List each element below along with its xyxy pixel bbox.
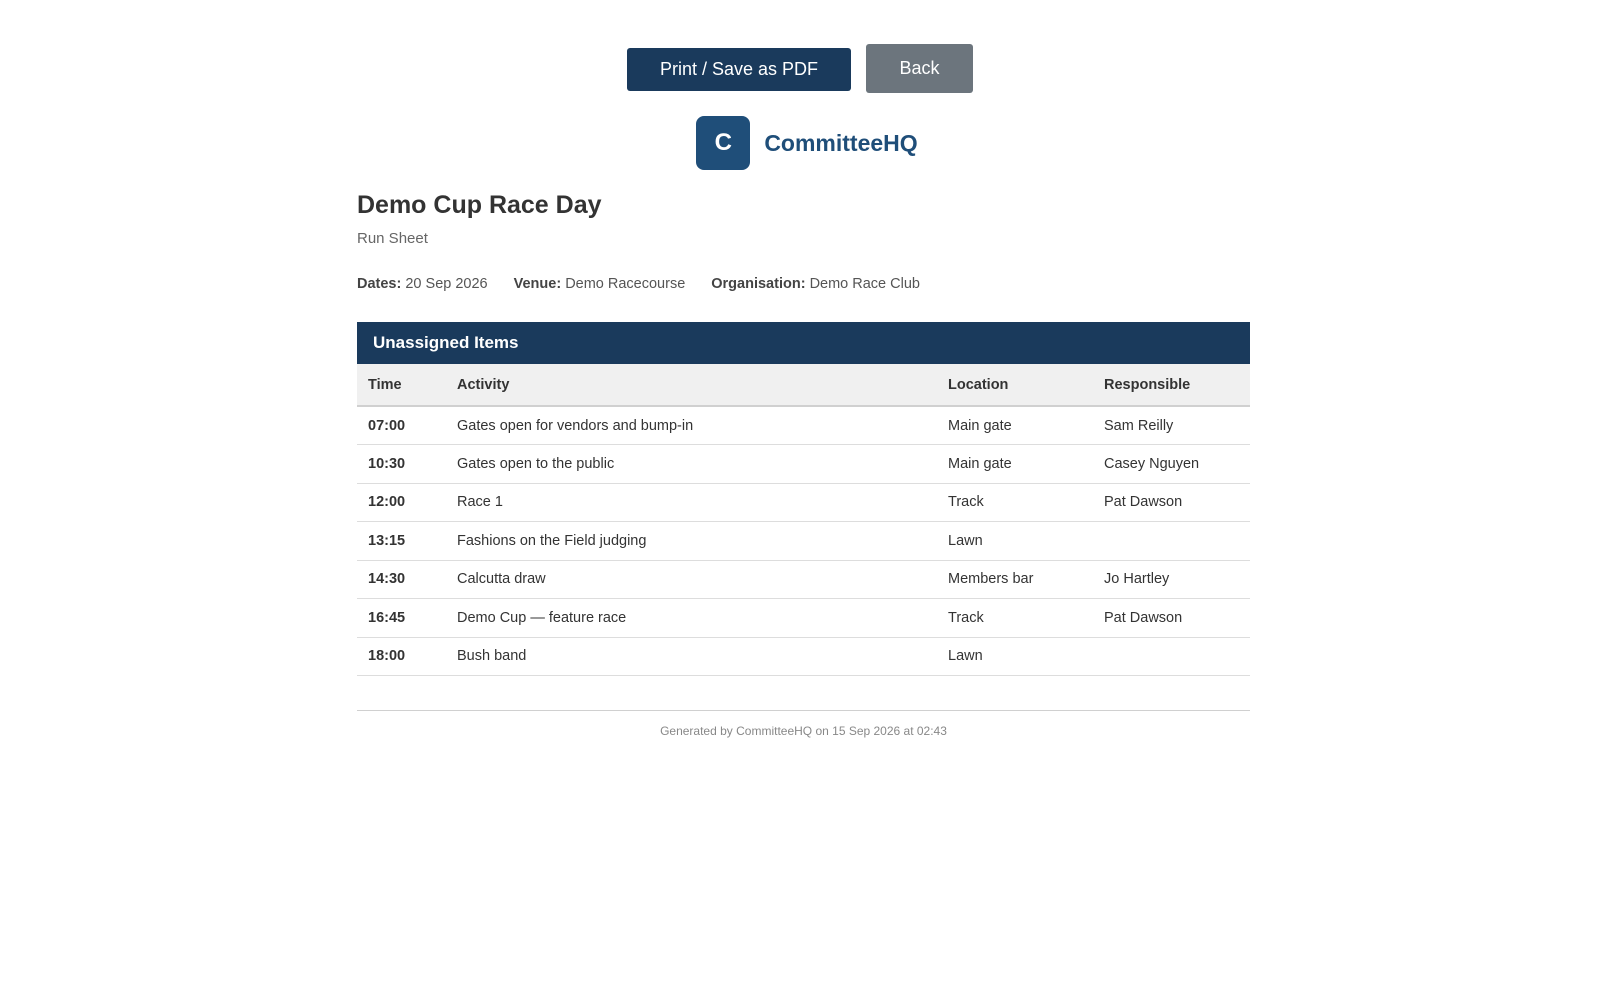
page-subtitle: Run Sheet — [357, 230, 428, 247]
column-header-responsible: Responsible — [1093, 364, 1250, 407]
cell-responsible: Casey Nguyen — [1093, 444, 1250, 484]
cell-responsible: Pat Dawson — [1093, 483, 1250, 522]
table-row: 14:30 Calcutta draw Members bar Jo Hartl… — [357, 560, 1250, 599]
cell-time: 12:00 — [357, 483, 446, 522]
cell-location: Track — [937, 483, 1093, 522]
cell-location: Lawn — [937, 521, 1093, 561]
cell-location: Main gate — [937, 444, 1093, 484]
meta-organisation-label: Organisation: — [711, 276, 806, 292]
table-header-row: Time Activity Location Responsible — [357, 364, 1250, 407]
cell-activity: Gates open for vendors and bump-in — [446, 406, 937, 445]
table-row: 16:45 Demo Cup — feature race Track Pat … — [357, 598, 1250, 638]
cell-time: 10:30 — [357, 444, 446, 484]
section-header: Unassigned Items — [357, 322, 1250, 364]
run-sheet-content: Demo Cup Race Day Run Sheet Dates: 20 Se… — [357, 184, 1250, 738]
meta-dates: Dates: 20 Sep 2026 — [357, 274, 488, 294]
run-sheet-page: Print / Save as PDF Back C CommitteeHQ D… — [0, 0, 1600, 1000]
cell-location: Track — [937, 598, 1093, 638]
cell-time: 16:45 — [357, 598, 446, 638]
cell-responsible — [1093, 521, 1250, 561]
cell-activity: Bush band — [446, 637, 937, 676]
cell-responsible: Pat Dawson — [1093, 598, 1250, 638]
generated-footer: Generated by CommitteeHQ on 15 Sep 2026 … — [357, 710, 1250, 738]
meta-dates-value: 20 Sep 2026 — [405, 276, 488, 292]
cell-activity: Fashions on the Field judging — [446, 521, 937, 561]
event-meta: Dates: 20 Sep 2026 Venue: Demo Racecours… — [357, 274, 1250, 294]
cell-activity: Race 1 — [446, 483, 937, 522]
table-row: 12:00 Race 1 Track Pat Dawson — [357, 483, 1250, 522]
meta-venue-value: Demo Racecourse — [565, 276, 686, 292]
cell-location: Members bar — [937, 560, 1093, 599]
meta-venue: Venue: Demo Racecourse — [514, 274, 686, 294]
meta-organisation: Organisation: Demo Race Club — [711, 274, 920, 294]
brand-name: CommitteeHQ — [764, 129, 918, 156]
print-save-pdf-button[interactable]: Print / Save as PDF — [627, 48, 851, 91]
cell-responsible: Sam Reilly — [1093, 406, 1250, 445]
cell-time: 07:00 — [357, 406, 446, 445]
column-header-location: Location — [937, 364, 1093, 407]
toolbar: Print / Save as PDF Back — [0, 44, 1600, 93]
cell-activity: Gates open to the public — [446, 444, 937, 484]
meta-venue-label: Venue: — [513, 276, 562, 292]
cell-time: 18:00 — [357, 637, 446, 676]
table-row: 13:15 Fashions on the Field judging Lawn — [357, 521, 1250, 561]
cell-time: 14:30 — [357, 560, 446, 599]
run-sheet-table: Time Activity Location Responsible 07:00… — [357, 364, 1250, 676]
cell-location: Main gate — [937, 406, 1093, 445]
table-row: 10:30 Gates open to the public Main gate… — [357, 444, 1250, 484]
cell-responsible: Jo Hartley — [1093, 560, 1250, 599]
cell-responsible — [1093, 637, 1250, 676]
brand-logo-icon: C — [696, 116, 751, 170]
cell-location: Lawn — [937, 637, 1093, 676]
brand-header: C CommitteeHQ — [0, 116, 1600, 170]
page-title: Demo Cup Race Day — [357, 191, 602, 219]
meta-dates-label: Dates: — [357, 276, 402, 292]
column-header-activity: Activity — [446, 364, 937, 407]
cell-activity: Demo Cup — feature race — [446, 598, 937, 638]
back-button[interactable]: Back — [866, 44, 973, 93]
column-header-time: Time — [357, 364, 446, 407]
table-row: 18:00 Bush band Lawn — [357, 637, 1250, 676]
meta-organisation-value: Demo Race Club — [809, 276, 920, 292]
cell-activity: Calcutta draw — [446, 560, 937, 599]
table-row: 07:00 Gates open for vendors and bump-in… — [357, 406, 1250, 445]
cell-time: 13:15 — [357, 521, 446, 561]
